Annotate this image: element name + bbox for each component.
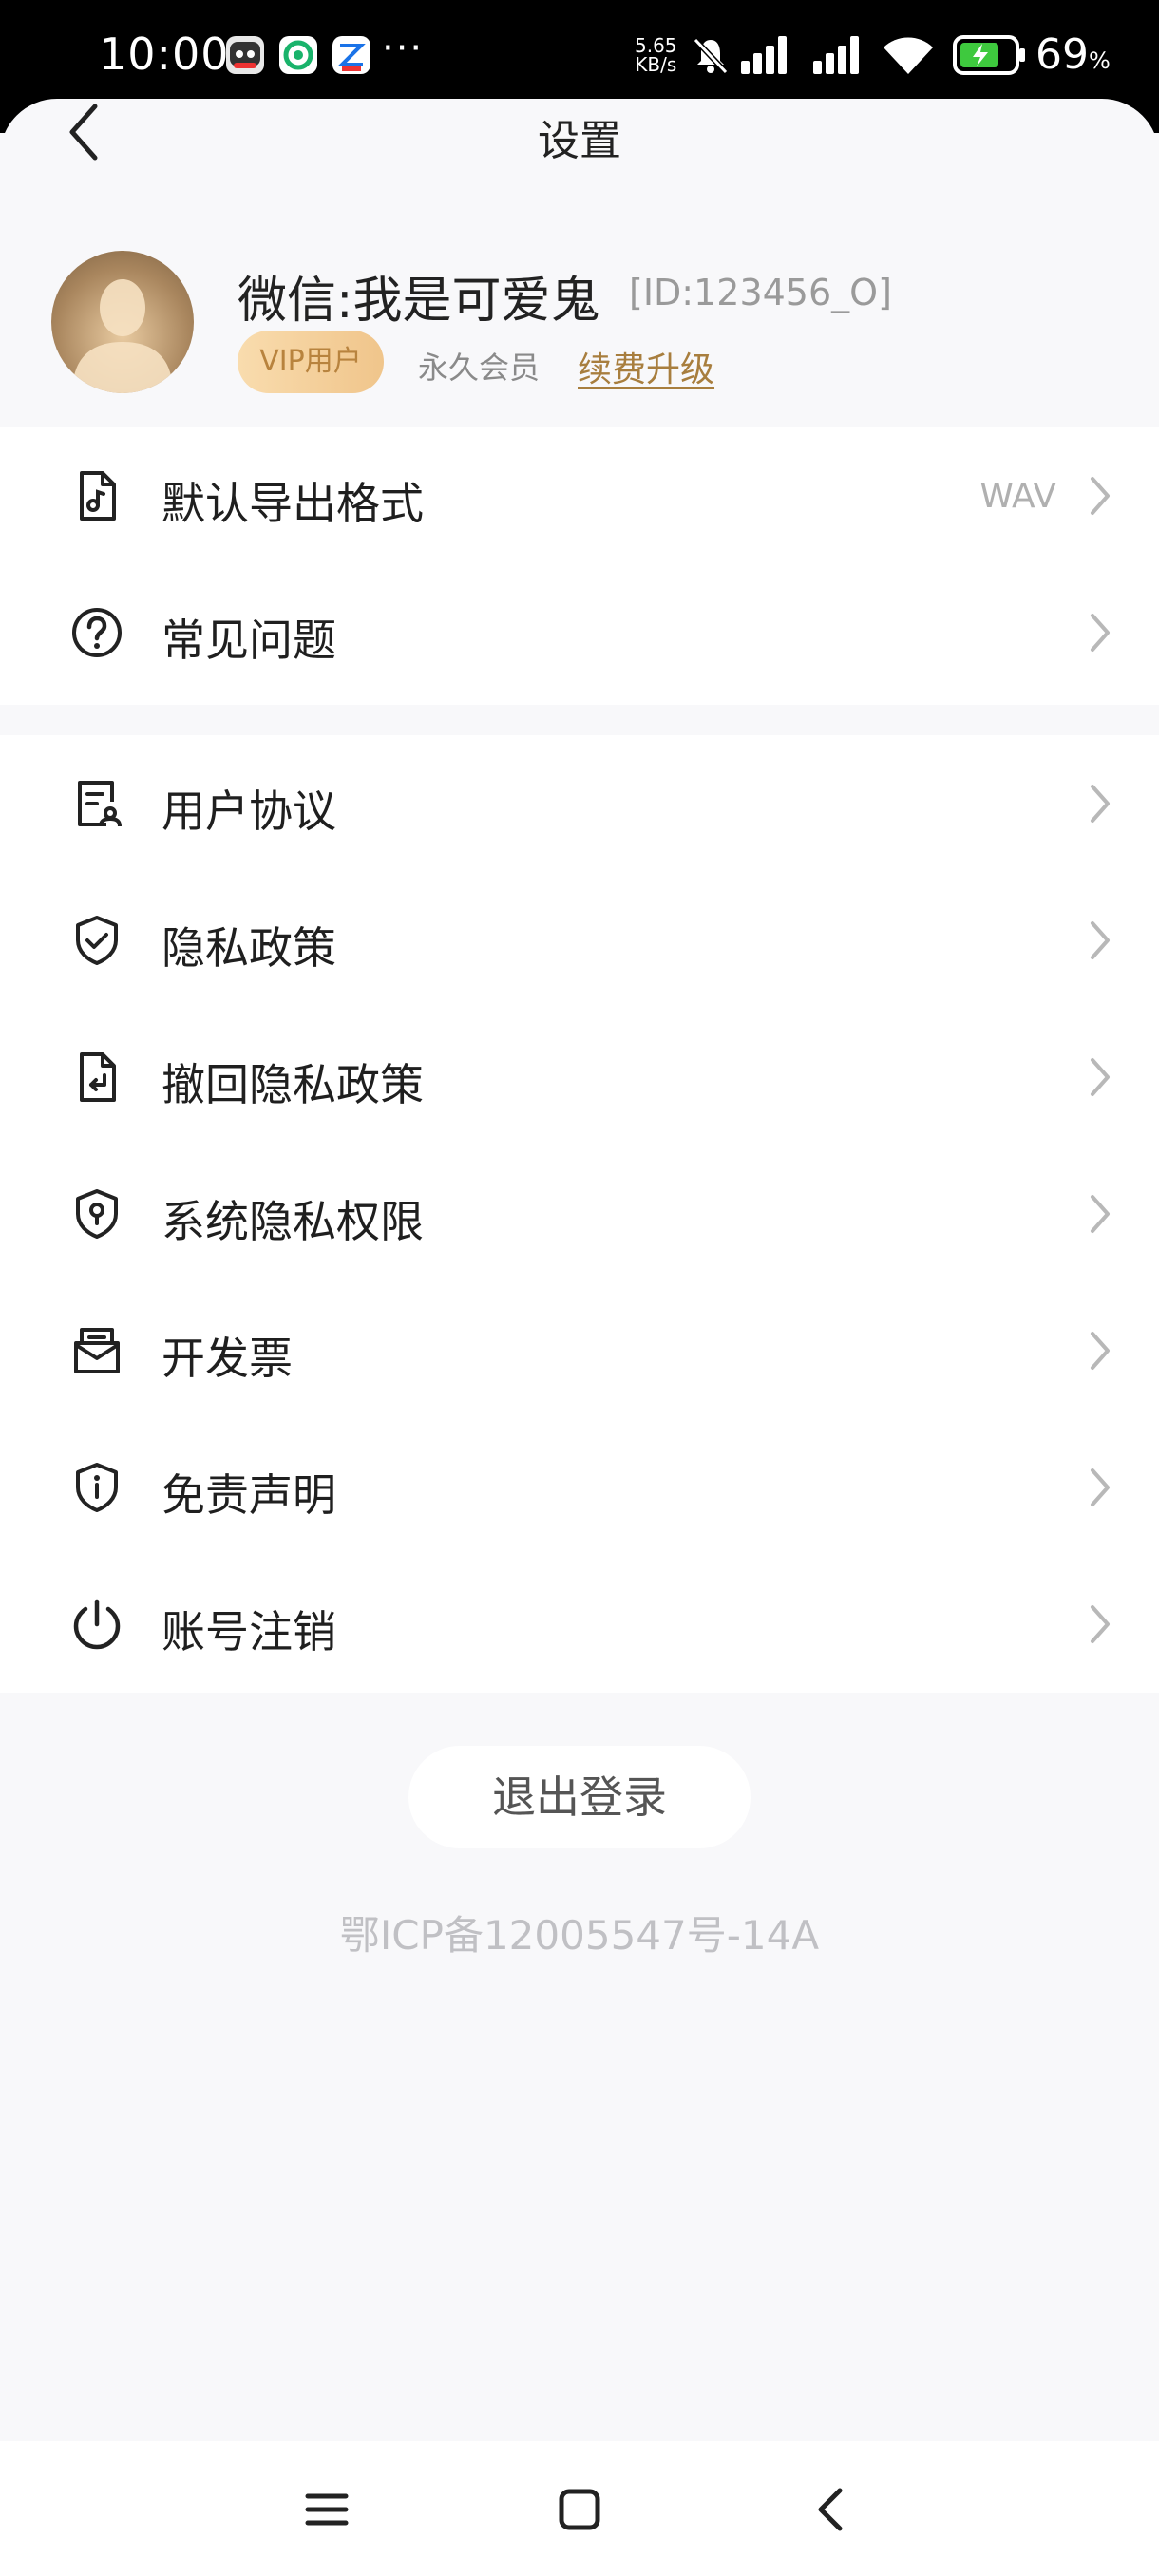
- music-file-icon: [80, 471, 116, 521]
- settings-item-value: WAV: [979, 477, 1056, 516]
- chevron-right-icon: [1091, 614, 1110, 652]
- chevron-right-icon: [1091, 921, 1110, 959]
- chevron-right-icon: [1091, 785, 1110, 823]
- signal-icon: [739, 34, 792, 80]
- file-return-icon: [80, 1052, 116, 1102]
- settings-section-general: 默认导出格式 WAV 常见问题: [0, 427, 1159, 705]
- settings-item-disclaimer[interactable]: 免责声明: [0, 1419, 1159, 1556]
- status-time: 10:00: [99, 28, 230, 80]
- renew-upgrade-link[interactable]: 续费升级: [578, 342, 714, 391]
- settings-item-label: 系统隐私权限: [162, 1196, 424, 1247]
- user-name: 微信:我是可爱鬼: [238, 273, 600, 330]
- menu-icon[interactable]: [296, 2479, 357, 2540]
- settings-item-label: 免责声明: [162, 1469, 336, 1521]
- signal-icon: [811, 34, 864, 80]
- app-notification-icon: [226, 36, 264, 74]
- settings-item-system-privacy-permissions[interactable]: 系统隐私权限: [0, 1146, 1159, 1282]
- chevron-right-icon: [1091, 477, 1110, 515]
- app-notification-icon: [332, 36, 370, 74]
- nav-back-icon[interactable]: [802, 2479, 863, 2540]
- app-notification-icon: [279, 36, 317, 74]
- network-speed: 5.65 KB/s: [635, 34, 677, 76]
- settings-item-privacy-policy[interactable]: 隐私政策: [0, 872, 1159, 1009]
- battery-percent: 69%: [1036, 30, 1111, 79]
- agreement-icon: [78, 781, 122, 827]
- settings-item-label: 账号注销: [162, 1606, 336, 1657]
- chevron-right-icon: [1091, 1605, 1110, 1643]
- settings-item-export-format[interactable]: 默认导出格式 WAV: [0, 427, 1159, 564]
- power-icon: [73, 1599, 121, 1650]
- user-id: [ID:123456_O]: [629, 272, 892, 313]
- page-title: 设置: [538, 117, 621, 165]
- user-silhouette-icon: [72, 279, 173, 393]
- settings-item-user-agreement[interactable]: 用户协议: [0, 735, 1159, 872]
- settings-sheet: 设置 微信:我是可爱鬼 [ID:123456_O] VIP用户 永久会员 续费升…: [0, 99, 1159, 2477]
- battery-icon: [952, 34, 1028, 80]
- invoice-icon: [74, 1328, 120, 1373]
- shield-keyhole-icon: [76, 1189, 118, 1239]
- settings-item-label: 用户协议: [162, 786, 336, 837]
- mute-icon: [690, 34, 732, 80]
- logout-button[interactable]: 退出登录: [408, 1746, 750, 1848]
- settings-item-label: 撤回隐私政策: [162, 1059, 424, 1110]
- settings-section-legal: 用户协议 隐私政策 撤回隐私政策 系统隐私权限 开发票 免责声明 账号注销: [0, 735, 1159, 1693]
- shield-info-icon: [76, 1463, 118, 1512]
- settings-item-label: 隐私政策: [162, 922, 336, 974]
- settings-item-label: 常见问题: [162, 615, 336, 666]
- more-notifications-icon: ···: [382, 27, 425, 70]
- member-type: 永久会员: [418, 350, 541, 386]
- chevron-right-icon: [1091, 1468, 1110, 1506]
- question-circle-icon: [72, 608, 122, 657]
- settings-item-revoke-privacy[interactable]: 撤回隐私政策: [0, 1009, 1159, 1146]
- vip-badge: VIP用户: [238, 331, 384, 393]
- chevron-right-icon: [1091, 1195, 1110, 1233]
- wifi-icon: [882, 32, 935, 80]
- avatar[interactable]: [51, 251, 194, 393]
- system-navigation-bar: [0, 2441, 1159, 2576]
- settings-item-label: 开发票: [162, 1333, 293, 1384]
- shield-check-icon: [76, 916, 118, 965]
- settings-item-faq[interactable]: 常见问题: [0, 564, 1159, 701]
- settings-item-account-deletion[interactable]: 账号注销: [0, 1556, 1159, 1693]
- home-square-icon[interactable]: [549, 2479, 610, 2540]
- icp-license-text: 鄂ICP备12005547号-14A: [339, 1912, 820, 1959]
- settings-item-invoice[interactable]: 开发票: [0, 1282, 1159, 1419]
- chevron-right-icon: [1091, 1058, 1110, 1096]
- settings-item-label: 默认导出格式: [162, 478, 424, 529]
- chevron-right-icon: [1091, 1332, 1110, 1370]
